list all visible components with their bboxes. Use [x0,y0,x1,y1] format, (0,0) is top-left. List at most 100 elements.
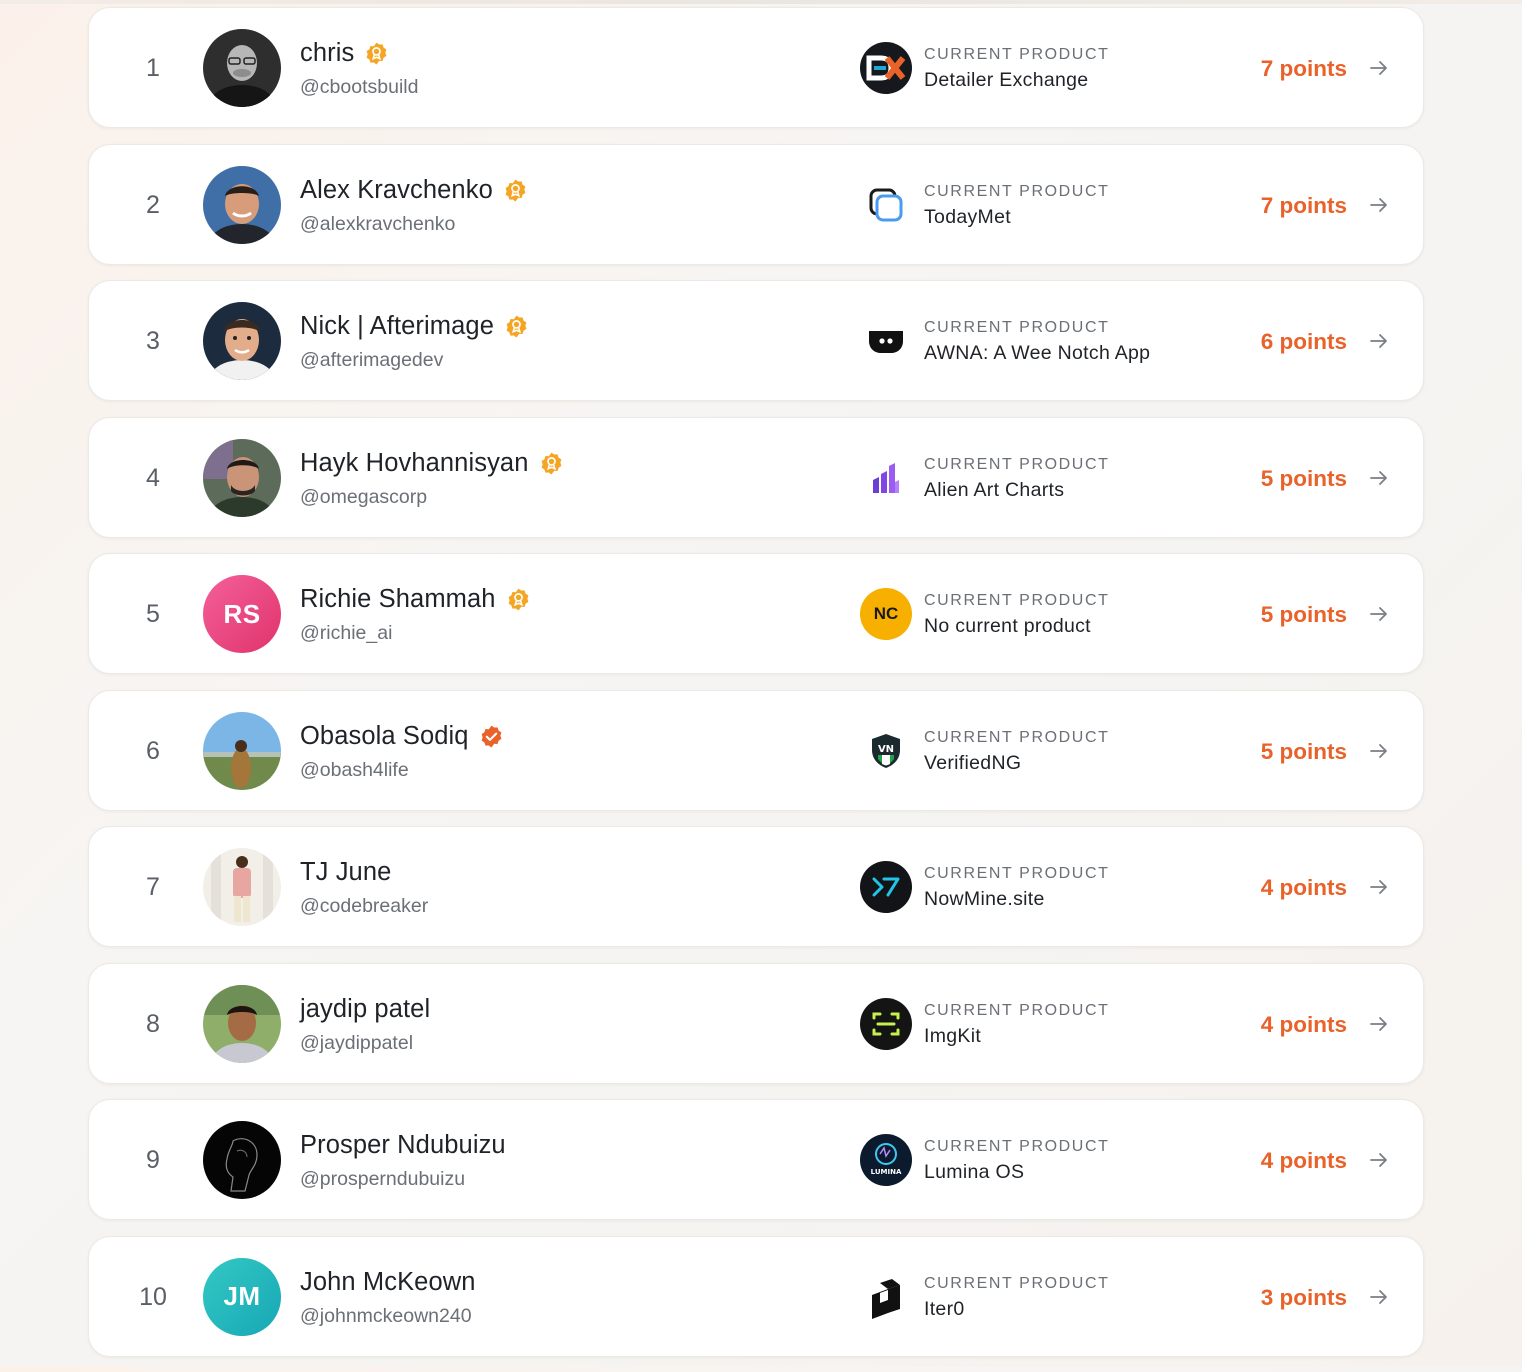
product-name[interactable]: Lumina OS [924,1161,1024,1184]
leaderboard-row[interactable]: 9 Prosper Ndubuizu @prosperndubuizu LUMI… [88,1099,1424,1220]
current-product-label: CURRENT PRODUCT [924,865,1110,882]
rank-number: 7 [146,873,160,901]
lumina-os-logo-icon: LUMINA [860,1134,912,1186]
avatar[interactable] [203,302,281,380]
user-handle: @obash4life [300,758,409,781]
leaderboard-row[interactable]: 4 Hayk Hovhannisyan @omegascorp CURRENT … [88,416,1424,538]
arrow-right-icon[interactable] [1369,1287,1389,1307]
rank-number: 2 [146,190,160,219]
current-product-label: CURRENT PRODUCT [924,182,1110,200]
user-handle: @codebreaker [300,895,429,917]
product-name[interactable]: Iter0 [924,1298,965,1321]
avatar[interactable] [203,165,281,244]
current-product-label: CURRENT PRODUCT [924,455,1110,473]
points: 7 points [1260,192,1347,218]
verified-badge-icon [479,724,504,749]
points: 4 points [1260,1011,1347,1037]
product-name[interactable]: AWNA: A Wee Notch App [924,342,1150,365]
user-name[interactable]: John McKeown [300,1268,476,1297]
points: 7 points [1260,56,1347,81]
gold-badge-icon [364,41,389,66]
points: 5 points [1260,465,1347,491]
leaderboard-row[interactable]: 1 chris @cbootsbuild CURRENT PRODUCT Det… [88,7,1424,128]
todaymet-logo-icon [860,178,912,231]
product-name[interactable]: Alien Art Charts [924,479,1064,502]
product-name[interactable]: NowMine.site [924,888,1045,911]
arrow-right-icon[interactable] [1369,1014,1389,1034]
avatar[interactable] [203,1121,281,1199]
user-name[interactable]: TJ June [300,858,391,887]
user-name[interactable]: Nick | Afterimage [300,312,494,341]
gold-badge-icon [504,314,529,339]
product-name[interactable]: No current product [924,615,1091,638]
current-product-label: CURRENT PRODUCT [924,728,1110,746]
leaderboard-row[interactable]: 2 Alex Kravchenko @alexkravchenko CURREN… [88,143,1424,265]
user-handle: @omegascorp [300,485,428,508]
product-name[interactable]: Detailer Exchange [924,69,1088,92]
svg-text:VN: VN [878,744,894,755]
product-name[interactable]: VerifiedNG [924,752,1021,775]
alien-art-charts-logo-icon [860,451,912,504]
awna-logo-icon [860,315,912,367]
rank-number: 3 [146,327,160,355]
initials-logo-icon: NC [860,588,912,640]
rank-number: 5 [146,600,160,628]
nowmine-logo-icon [860,861,912,913]
arrow-right-icon[interactable] [1369,468,1389,488]
avatar-initials[interactable]: RS [203,575,281,653]
user-handle: @jaydippatel [300,1031,414,1054]
product-name[interactable]: ImgKit [924,1025,981,1048]
avatar[interactable] [203,438,281,517]
lumina-logo-text: LUMINA [871,1168,902,1176]
arrow-right-icon[interactable] [1369,331,1389,351]
arrow-right-icon[interactable] [1369,1150,1389,1170]
user-handle: @cbootsbuild [300,76,419,98]
leaderboard-row[interactable]: 6 Obasola Sodiq @obash4life VN CURRENT P… [88,689,1424,811]
imgkit-logo-icon [860,997,912,1050]
avatar[interactable] [203,984,281,1063]
rank-number: 6 [146,736,160,765]
leaderboard-row[interactable]: 3 Nick | Afterimage @afterimagedev CURRE… [88,280,1424,401]
arrow-right-icon[interactable] [1369,741,1389,761]
user-name[interactable]: Alex Kravchenko [300,176,493,205]
avatar[interactable] [203,711,281,790]
arrow-right-icon[interactable] [1369,877,1389,897]
verifiedng-logo-icon: VN [860,724,912,777]
avatar[interactable] [203,29,281,107]
gold-badge-icon [539,451,564,476]
leaderboard-row[interactable]: 5 RS Richie Shammah @richie_ai NC CURREN… [88,553,1424,674]
iter0-logo-icon [860,1270,912,1323]
points: 6 points [1260,329,1347,354]
leaderboard-row[interactable]: 8 jaydip patel @jaydippatel CURRENT PROD… [88,962,1424,1084]
rank-number: 8 [146,1009,160,1038]
current-product-label: CURRENT PRODUCT [924,1138,1110,1155]
user-handle: @richie_ai [300,622,393,644]
rank-number: 4 [146,463,160,492]
product-name[interactable]: TodayMet [924,206,1011,229]
current-product-label: CURRENT PRODUCT [924,592,1110,609]
arrow-right-icon[interactable] [1369,604,1389,624]
user-name[interactable]: chris [300,39,354,68]
current-product-label: CURRENT PRODUCT [924,1274,1110,1292]
arrow-right-icon[interactable] [1369,58,1389,78]
detailer-exchange-logo-icon [860,42,912,94]
rank-number: 1 [146,54,160,82]
arrow-right-icon[interactable] [1369,195,1389,215]
leaderboard-row[interactable]: 7 TJ June @codebreaker CURRENT PRODUCT N… [88,826,1424,947]
user-handle: @johnmckeown240 [300,1304,472,1327]
avatar-initials[interactable]: JM [203,1257,281,1336]
user-name[interactable]: Hayk Hovhannisyan [300,449,529,478]
user-handle: @prosperndubuizu [300,1168,466,1190]
user-name[interactable]: Obasola Sodiq [300,722,469,751]
user-name[interactable]: jaydip patel [300,995,430,1024]
points: 5 points [1260,738,1347,764]
top-divider [0,0,1522,4]
user-handle: @alexkravchenko [300,212,456,235]
user-name[interactable]: Prosper Ndubuizu [300,1131,506,1160]
leaderboard-row[interactable]: 10 JM John McKeown @johnmckeown240 CURRE… [88,1235,1424,1357]
points: 3 points [1260,1284,1347,1310]
product-initials: NC [873,604,899,623]
gold-badge-icon [506,587,531,612]
avatar[interactable] [203,848,281,926]
user-name[interactable]: Richie Shammah [300,585,496,614]
